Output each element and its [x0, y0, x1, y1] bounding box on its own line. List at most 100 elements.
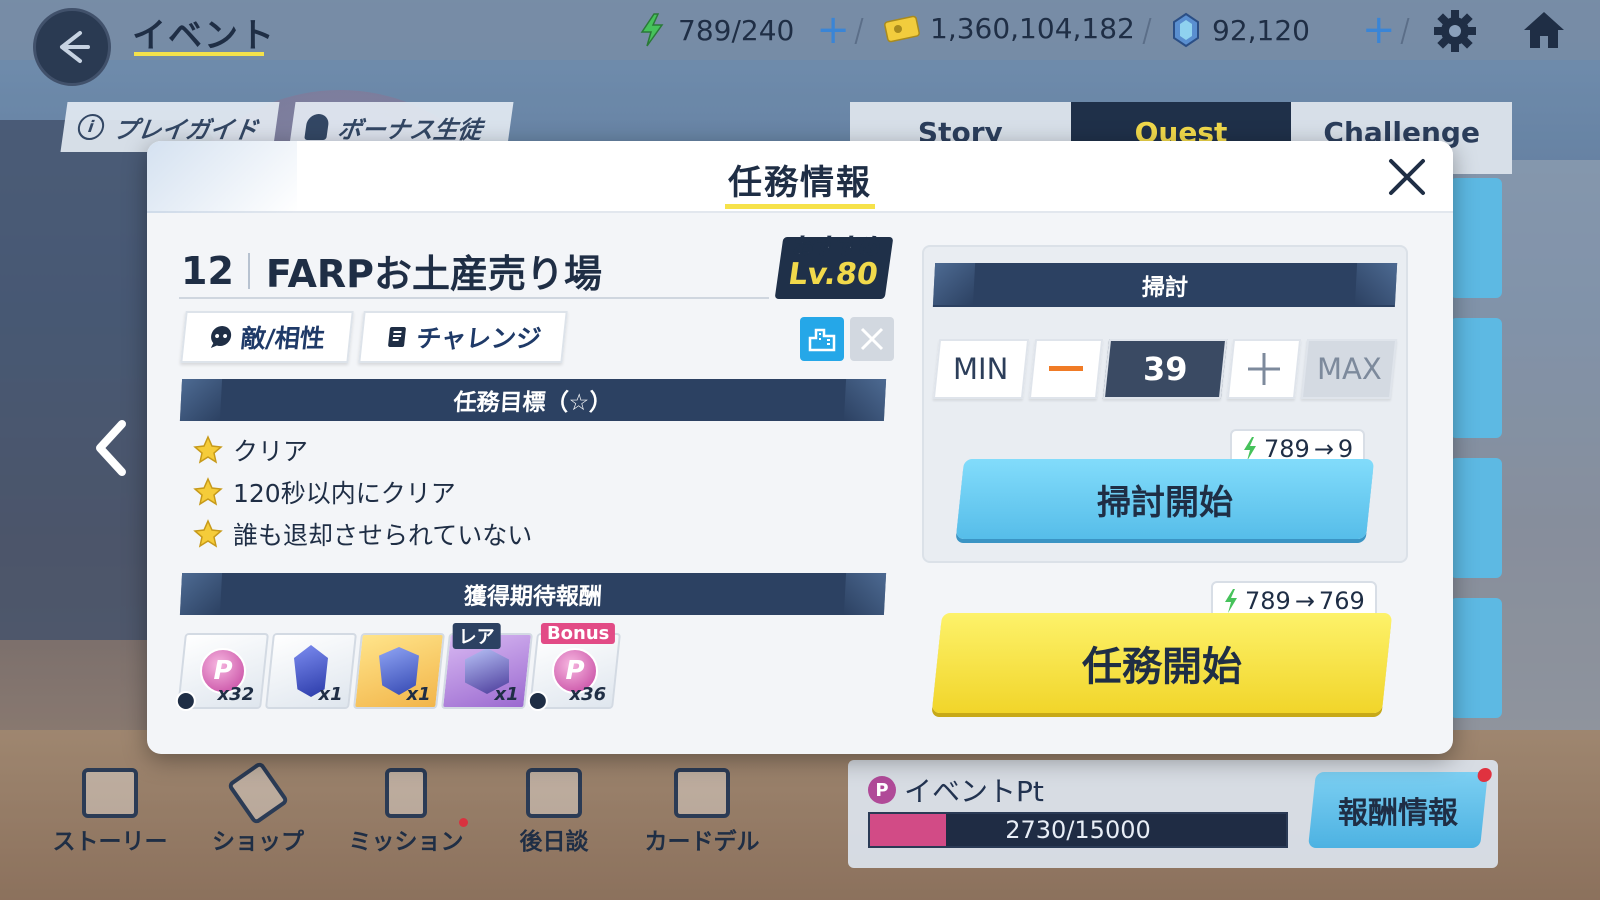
event-progress-bar: 2730/15000	[868, 812, 1288, 848]
nav-mission-label: ミッション	[348, 829, 464, 855]
plus-button[interactable]	[1226, 339, 1302, 399]
minus-button[interactable]	[1028, 339, 1104, 399]
quest-start-button[interactable]: 任務開始	[931, 613, 1393, 713]
star-icon	[193, 519, 223, 548]
recommended-level: Lv.80	[785, 257, 881, 292]
challenge-button[interactable]: チャレンジ	[358, 311, 568, 363]
quest-card[interactable]	[1450, 598, 1502, 718]
arrow-left-icon	[60, 31, 90, 63]
rewards-list: P x32 x1 x1 レア x1 P Bonus x36	[175, 623, 621, 711]
event-points-text: イベントPt	[904, 775, 1044, 808]
clock-icon	[175, 691, 196, 711]
quest-start-label: 任務開始	[1082, 644, 1242, 690]
quest-title-underline	[179, 297, 769, 299]
nav-epilogue-label: 後日談	[519, 829, 589, 855]
recommended-level-badge: おすすめ Lv.80	[774, 235, 894, 299]
building-toggle-button[interactable]	[800, 317, 844, 361]
back-button[interactable]	[33, 8, 111, 86]
notification-dot	[1476, 768, 1493, 782]
reward-item[interactable]: P x32	[175, 633, 269, 711]
card-machine-icon	[674, 768, 730, 818]
quest-info-modal: 任務情報 12 FARPお土産売り場 おすすめ Lv.80 敵/相性 チャレンジ…	[147, 141, 1453, 754]
play-guide-label: プレイガイド	[111, 115, 260, 144]
stamina-counter: 789/240 +	[636, 10, 850, 50]
nav-story-label: ストーリー	[52, 829, 168, 855]
sweep-header-label: 掃討	[1141, 275, 1189, 301]
objective-text: 誰も退却させられていない	[233, 521, 533, 550]
star-icon	[193, 477, 223, 506]
reward-item[interactable]: x1	[353, 633, 445, 709]
sweep-count-text: 39	[1142, 350, 1188, 388]
min-label: MIN	[953, 352, 1009, 386]
sweep-start-button[interactable]: 掃討開始	[955, 459, 1375, 539]
objective-item: 120秒以内にクリア	[193, 471, 532, 513]
reward-qty: x1	[494, 684, 519, 705]
nav-story[interactable]: ストーリー	[40, 768, 180, 864]
building-icon	[808, 328, 836, 352]
nav-mission[interactable]: ミッション	[336, 768, 476, 864]
clock-icon	[527, 691, 548, 711]
quest-title: 12 FARPお土産売り場	[181, 243, 602, 298]
reward-qty: x1	[318, 684, 343, 705]
modal-title: 任務情報	[728, 163, 872, 203]
max-label: MAX	[1316, 352, 1382, 386]
person-icon	[304, 114, 330, 140]
objective-item: クリア	[193, 429, 532, 471]
enemy-affinity-label: 敵/相性	[239, 324, 327, 353]
objective-text: クリア	[233, 437, 309, 466]
max-button[interactable]: MAX	[1300, 339, 1398, 399]
plus-icon[interactable]: +	[816, 10, 850, 50]
close-icon[interactable]	[1385, 155, 1429, 199]
photo-album-icon	[526, 768, 582, 818]
p-coin-icon: P	[868, 776, 896, 804]
reward-info-label: 報酬情報	[1338, 796, 1458, 831]
gems-value: 92,120	[1212, 13, 1310, 47]
objectives-header: 任務目標（☆）	[179, 379, 887, 421]
home-icon[interactable]	[1520, 6, 1568, 54]
event-points-label: P イベントPt	[868, 770, 1044, 810]
reward-info-button[interactable]: 報酬情報	[1308, 768, 1493, 848]
reward-item[interactable]: P Bonus x36	[527, 623, 621, 711]
bonus-student-label: ボーナス生徒	[335, 115, 484, 144]
info-icon: i	[76, 114, 106, 140]
quest-cost-to: 769	[1318, 587, 1365, 615]
nav-shop[interactable]: ショップ	[188, 760, 328, 864]
bonus-tag: Bonus	[540, 623, 616, 644]
plus-icon[interactable]: +	[1362, 10, 1396, 50]
sweep-start-label: 掃討開始	[1097, 482, 1233, 523]
challenge-label: チャレンジ	[414, 324, 543, 353]
nav-shop-label: ショップ	[212, 829, 304, 855]
sweep-count-value: 39	[1102, 339, 1228, 399]
min-button[interactable]: MIN	[932, 339, 1030, 399]
reward-item[interactable]: レア x1	[441, 623, 533, 709]
quest-number: 12	[181, 248, 234, 293]
sweep-count-stepper: MIN 39 MAX	[932, 339, 1398, 399]
quest-cost-from: 789	[1245, 587, 1291, 615]
arrow-right-icon: →	[1294, 587, 1315, 615]
reward-item[interactable]: x1	[265, 633, 357, 709]
objective-item: 誰も退却させられていない	[193, 513, 532, 555]
nav-epilogue[interactable]: 後日談	[484, 768, 624, 864]
enemy-affinity-button[interactable]: 敵/相性	[180, 311, 354, 363]
title-underline	[134, 52, 264, 56]
document-icon	[387, 327, 406, 347]
reward-qty: x32	[217, 684, 255, 705]
chevron-left-icon[interactable]	[88, 418, 136, 478]
gear-icon[interactable]	[1432, 8, 1478, 54]
objective-text: 120秒以内にクリア	[233, 479, 456, 508]
credit-card-icon	[884, 15, 920, 42]
notification-dot	[459, 818, 468, 827]
chat-bubble-icon	[210, 326, 232, 348]
modal-header: 任務情報	[147, 141, 1453, 213]
crystal-icon	[1173, 12, 1199, 48]
quest-card[interactable]	[1450, 318, 1502, 438]
reward-qty: x36	[569, 684, 607, 705]
gems-counter: 92,120 +	[1170, 10, 1396, 50]
credits-value: 1,360,104,182	[930, 12, 1135, 45]
disabled-toggle-button[interactable]	[850, 317, 894, 361]
nav-card-deal[interactable]: カードデル	[632, 768, 772, 864]
objectives-header-label: 任務目標（☆）	[452, 390, 613, 416]
plus-icon	[1248, 353, 1280, 385]
quest-card[interactable]	[1450, 458, 1502, 578]
quest-card[interactable]	[1450, 178, 1502, 298]
